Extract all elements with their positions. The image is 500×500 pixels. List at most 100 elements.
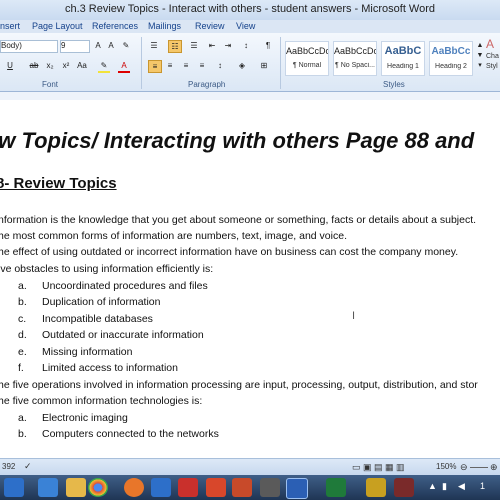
style-name: Heading 1 — [387, 63, 419, 70]
tab-insert[interactable]: nsert — [0, 21, 20, 31]
paragraph-line: he five common information technologies … — [0, 395, 203, 407]
document-page[interactable]: ew Topics/ Interacting with others Page … — [0, 100, 500, 458]
excel-icon[interactable] — [326, 478, 346, 497]
change-styles-button[interactable]: A Cha Styl — [486, 38, 500, 79]
highlight-icon[interactable]: ✎ — [98, 60, 110, 73]
justify-button[interactable]: ≡ — [196, 60, 208, 71]
group-separator — [280, 37, 281, 89]
volume-icon[interactable]: ◀ — [458, 481, 465, 492]
change-case-button[interactable]: Aa — [76, 60, 88, 71]
style-sample: AaBbCcDc — [286, 46, 328, 56]
snipping-icon[interactable] — [366, 478, 386, 497]
change-styles-label: Cha — [486, 53, 499, 60]
tab-references[interactable]: References — [92, 21, 138, 31]
word-icon[interactable] — [286, 478, 308, 499]
list-marker: b. — [18, 296, 27, 308]
numbering-button[interactable]: ☷ — [168, 40, 182, 53]
zoom-out-icon[interactable]: ⊖ — [460, 462, 468, 473]
show-marks-button[interactable]: ¶ — [262, 40, 274, 51]
font-name-box[interactable]: Body) — [0, 40, 58, 53]
tab-review[interactable]: Review — [195, 21, 225, 31]
tab-view[interactable]: View — [236, 21, 255, 31]
tray-arrow-icon[interactable]: ▲ — [428, 481, 437, 491]
align-right-button[interactable]: ≡ — [180, 60, 192, 71]
style-sample: AaBbC — [384, 45, 422, 57]
tab-mailings[interactable]: Mailings — [148, 21, 181, 31]
start-icon[interactable] — [4, 478, 24, 497]
styles-scroll[interactable]: ▲ ▼ ▾ — [474, 41, 486, 74]
underline-button[interactable]: U — [4, 60, 16, 71]
clock[interactable]: 1 — [480, 481, 485, 491]
zoom-in-icon[interactable]: ⊕ — [490, 462, 498, 473]
list-item: Computers connected to the networks — [42, 428, 219, 440]
list-marker: b. — [18, 428, 27, 440]
ribbon-tabs: nsert Page Layout References Mailings Re… — [0, 20, 500, 33]
list-item: Limited access to information — [42, 362, 178, 374]
decrease-indent-button[interactable]: ⇤ — [206, 40, 218, 51]
change-styles-label-2: Styl — [486, 63, 498, 70]
font-color-button[interactable]: A — [118, 60, 130, 73]
list-item: Duplication of information — [42, 296, 161, 308]
ie-icon[interactable] — [38, 478, 58, 497]
borders-button[interactable]: ⊞ — [258, 60, 270, 71]
paragraph-group-label: Paragraph — [188, 80, 226, 89]
list-item: Outdated or inaccurate information — [42, 329, 204, 341]
list-marker: a. — [18, 412, 27, 424]
zoom-slider[interactable] — [470, 467, 488, 468]
list-marker: d. — [18, 329, 27, 341]
firefox-icon[interactable] — [124, 478, 144, 497]
pdf-tool-icon[interactable] — [232, 478, 252, 497]
text-cursor-icon: I — [352, 310, 356, 322]
paragraph-line: he most common forms of information are … — [0, 230, 347, 242]
increase-indent-button[interactable]: ⇥ — [222, 40, 234, 51]
list-marker: e. — [18, 346, 27, 358]
strikethrough-button[interactable]: ab — [28, 60, 40, 71]
font-size-box[interactable]: 9 — [60, 40, 90, 53]
group-separator — [141, 37, 142, 89]
bullets-button[interactable]: ☰ — [148, 40, 160, 51]
style-heading-1[interactable]: AaBbC Heading 1 — [381, 41, 425, 76]
multilevel-list-button[interactable]: ☰ — [188, 40, 200, 51]
ribbon: Body) 9 A A ✎ U ab x₂ x² Aa ✎ A Font ☰ ☷… — [0, 33, 500, 92]
grow-font-button[interactable]: A — [92, 40, 104, 51]
folder-icon[interactable] — [66, 478, 86, 497]
style-name: ¶ Normal — [292, 62, 322, 69]
document-subheading: 8- Review Topics — [0, 175, 117, 192]
superscript-button[interactable]: x² — [60, 60, 72, 71]
style-name: Heading 2 — [435, 63, 467, 70]
view-buttons[interactable]: ▭ ▣ ▤ ▦ ▥ — [352, 462, 405, 473]
word-count[interactable]: 392 — [2, 462, 15, 471]
window-title: ch.3 Review Topics - Interact with other… — [64, 3, 436, 15]
align-center-button[interactable]: ≡ — [164, 60, 176, 71]
font-size-value: 9 — [61, 41, 66, 50]
list-marker: a. — [18, 280, 27, 292]
media-player-icon[interactable] — [151, 478, 171, 497]
zoom-level[interactable]: 150% — [436, 462, 456, 471]
powerpoint-icon[interactable] — [206, 478, 226, 497]
paragraph-line: he five operations involved in informati… — [0, 379, 478, 391]
sort-button[interactable]: ↕ — [240, 40, 252, 51]
paragraph-line: he effect of using outdated or incorrect… — [0, 246, 459, 258]
font-group-label: Font — [42, 80, 59, 89]
status-bar: 392 ✓ ▭ ▣ ▤ ▦ ▥ 150% ⊖ ⊕ — [0, 458, 500, 476]
clear-format-button[interactable]: ✎ — [120, 40, 132, 51]
recorder-icon[interactable] — [394, 478, 414, 497]
list-marker: f. — [18, 362, 24, 374]
style-no-spacing[interactable]: AaBbCcDc ¶ No Spaci... — [333, 41, 377, 76]
proofing-icon[interactable]: ✓ — [24, 461, 32, 472]
style-heading-2[interactable]: AaBbCc Heading 2 — [429, 41, 473, 76]
subscript-button[interactable]: x₂ — [44, 60, 56, 71]
shading-button[interactable]: ◈ — [236, 60, 248, 71]
shrink-font-button[interactable]: A — [105, 40, 117, 51]
style-normal[interactable]: AaBbCcDc ¶ Normal — [285, 41, 329, 76]
acrobat-icon[interactable] — [178, 478, 198, 497]
align-left-button[interactable]: ≡ — [148, 60, 162, 73]
document-heading: ew Topics/ Interacting with others Page … — [0, 128, 475, 153]
network-icon[interactable]: ▮ — [442, 481, 447, 492]
font-name-value: Body) — [1, 41, 22, 50]
line-spacing-button[interactable]: ↕ — [214, 60, 226, 71]
app-icon[interactable] — [260, 478, 280, 497]
taskbar: ▲ ▮ ◀ 1 — [0, 475, 500, 500]
tab-page-layout[interactable]: Page Layout — [32, 21, 83, 31]
chrome-icon[interactable] — [88, 478, 108, 497]
